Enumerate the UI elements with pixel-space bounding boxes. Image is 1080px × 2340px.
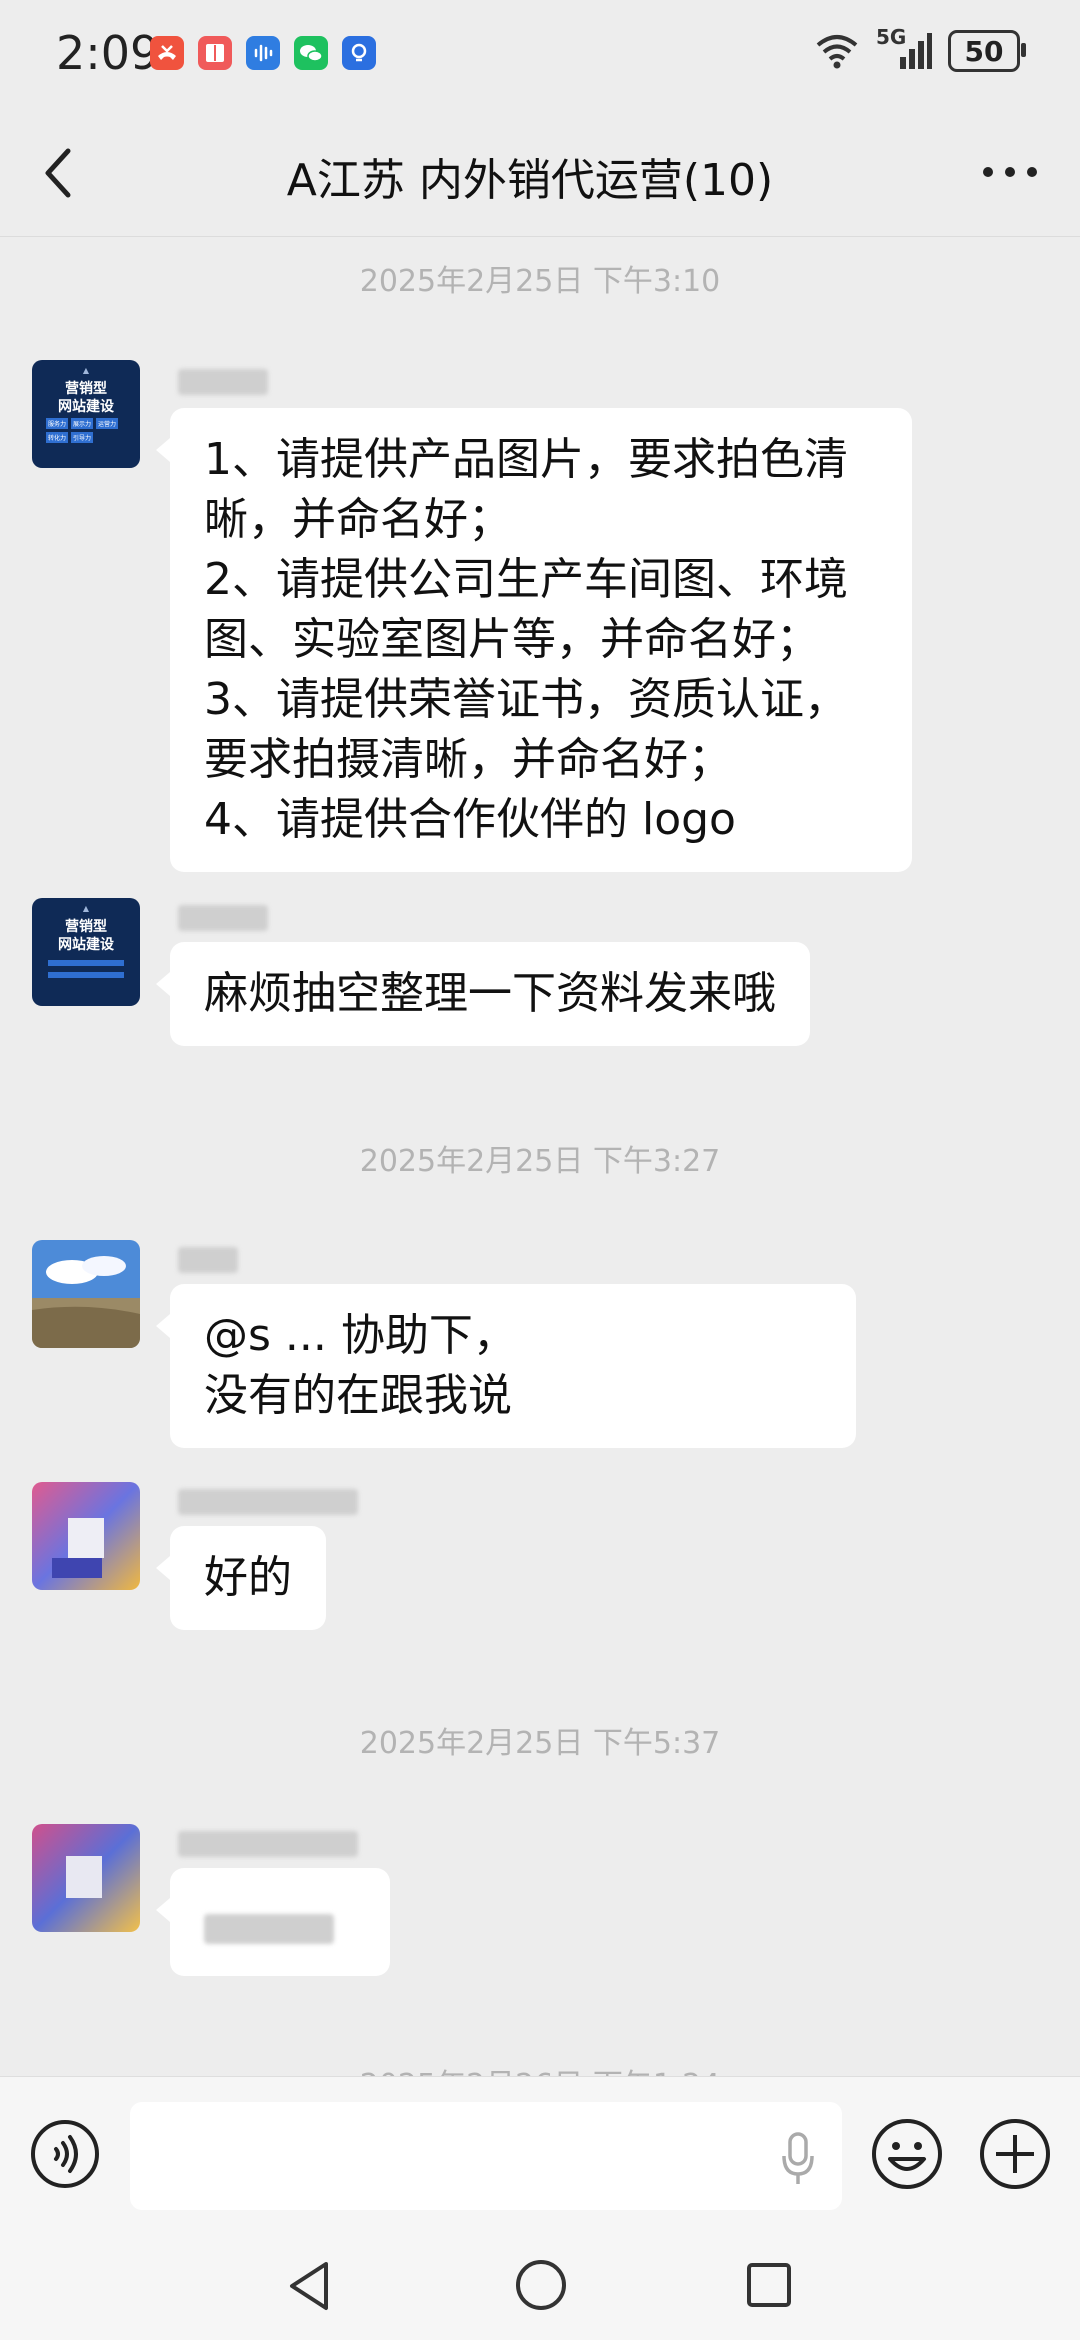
avatar-tag: 引导力 (71, 432, 94, 443)
message-bubble[interactable]: 1、请提供产品图片，要求拍色清 晰，并命名好； 2、请提供公司生产车间图、环境 … (156, 408, 912, 872)
avatar[interactable] (32, 1824, 140, 1932)
message-timestamp: 2025年2月25日 下午5:37 (359, 1726, 721, 1761)
sender-name-redacted (178, 1484, 358, 1517)
message-timestamp: 2025年2月26日 下午1:24 (0, 2060, 1080, 2076)
more-functions-plus-icon[interactable] (978, 2117, 1052, 2191)
avatar-text-line1: 营销型 (65, 919, 107, 935)
message-line: 晰，并命名好； (204, 494, 512, 545)
avatar-text-line1: 营销型 (65, 381, 107, 397)
voice-recorder-icon (246, 36, 280, 70)
avatar[interactable] (32, 1240, 140, 1348)
avatar-tag: 展示力 (71, 418, 94, 429)
message-line: 图、实验室图片等，并命名好； (204, 614, 820, 665)
message-line: 好的 (204, 1552, 292, 1603)
chat-header: A江苏 内外销代运营(10) (0, 110, 1080, 237)
avatar-text-line2: 网站建设 (58, 937, 114, 953)
avatar[interactable] (32, 1482, 140, 1590)
more-options-icon[interactable] (980, 160, 1040, 184)
message-line: @s ... 协助下， (204, 1310, 517, 1361)
sender-name-redacted (178, 364, 268, 397)
wifi-icon (816, 35, 858, 69)
tips-bulb-icon (342, 36, 376, 70)
status-bar: 2:09 5G 50 (0, 0, 1080, 110)
notification-icons (150, 36, 376, 70)
chat-title: A江苏 内外销代运营(10) (286, 155, 774, 206)
message-timestamp: 2025年2月25日 下午3:10 (359, 264, 721, 299)
battery-level: 50 (964, 34, 1004, 68)
message-timestamp: 2025年2月25日 下午3:27 (359, 1144, 721, 1179)
missed-call-icon (150, 36, 184, 70)
message-line: 2、请提供公司生产车间图、环境 (204, 554, 848, 605)
avatar-tag: 转化力 (46, 432, 69, 443)
wechat-icon (294, 36, 328, 70)
microphone-icon[interactable] (778, 2130, 818, 2186)
battery-indicator: 50 (948, 30, 1026, 72)
message-line: 1、请提供产品图片，要求拍色清 (204, 434, 848, 485)
message-bubble[interactable]: @s ... 协助下， 没有的在跟我说 (156, 1284, 856, 1448)
message-line: 3、请提供荣誉证书，资质认证， (204, 674, 848, 725)
avatar-tag: 运营力 (96, 418, 119, 429)
avatar-text-line2: 网站建设 (58, 399, 114, 415)
message-bubble-redacted[interactable] (156, 1868, 390, 1976)
message-input-bar (0, 2076, 1080, 2237)
message-line: 麻烦抽空整理一下资料发来哦 (204, 968, 776, 1019)
back-arrow-icon[interactable] (40, 145, 80, 201)
sender-name-redacted (178, 1242, 238, 1275)
cell-signal-icon: 5G (876, 25, 932, 71)
nav-home-circle-icon[interactable] (514, 2258, 568, 2312)
message-input[interactable] (130, 2102, 842, 2210)
book-app-icon (198, 36, 232, 70)
avatar[interactable]: ▲ 营销型 网站建设 (32, 898, 140, 1006)
message-bubble[interactable]: 好的 (156, 1526, 326, 1630)
sender-name-redacted (178, 900, 268, 933)
status-time: 2:09 (56, 26, 160, 80)
nav-recents-square-icon[interactable] (744, 2260, 794, 2310)
message-line: 要求拍摄清晰，并命名好； (204, 734, 732, 785)
system-navigation-bar (0, 2236, 1080, 2340)
avatar-tag: 服务力 (46, 418, 69, 429)
message-list[interactable]: 2025年2月25日 下午3:10 ▲ 营销型 网站建设 服务力 展示力 运营力… (0, 236, 1080, 2076)
nav-back-triangle-icon[interactable] (284, 2258, 334, 2314)
sender-name-redacted (178, 1826, 358, 1859)
message-line: 4、请提供合作伙伴的 logo (204, 794, 736, 845)
emoji-icon[interactable] (870, 2117, 944, 2191)
voice-input-toggle-icon[interactable] (30, 2119, 100, 2189)
avatar[interactable]: ▲ 营销型 网站建设 服务力 展示力 运营力 转化力 引导力 (32, 360, 140, 468)
message-bubble[interactable]: 麻烦抽空整理一下资料发来哦 (156, 942, 810, 1046)
message-line: 没有的在跟我说 (204, 1370, 512, 1421)
status-indicators: 5G 50 (814, 25, 1026, 72)
